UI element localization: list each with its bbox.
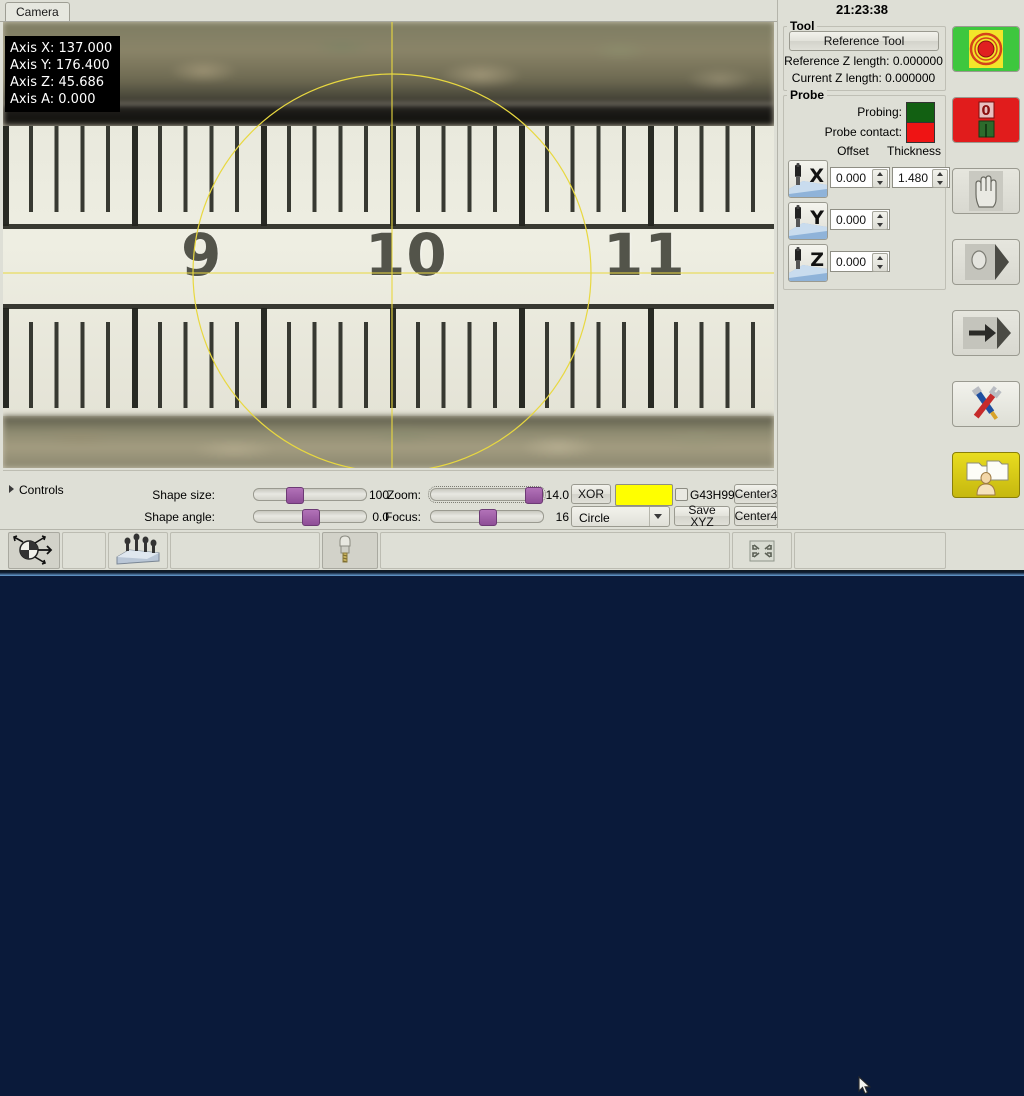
settings-button[interactable] <box>952 381 1020 427</box>
probe-x-offset-stepper[interactable] <box>872 169 888 188</box>
shape-angle-label: Shape angle: <box>144 510 215 524</box>
xor-button[interactable]: XOR <box>571 484 611 504</box>
desktop-background-strip <box>0 570 1024 576</box>
tools-icon <box>971 385 1002 420</box>
g43h99-label: G43H99 <box>690 488 735 502</box>
mouse-cursor <box>858 1076 872 1095</box>
save-xyz-button[interactable]: Save XYZ <box>674 504 730 528</box>
estop-button[interactable] <box>952 26 1020 72</box>
probe-x-axis-letter: X <box>809 165 824 187</box>
svg-text:|: | <box>984 123 989 138</box>
tab-strip: Camera <box>0 0 777 22</box>
probe-x-offset-input[interactable]: 0.000 <box>830 167 890 188</box>
probe-y-offset-value: 0.000 <box>836 213 867 227</box>
probe-y-axis-letter: Y <box>810 207 824 229</box>
shape-angle-slider[interactable] <box>253 509 367 526</box>
taskbar-spacer-1[interactable] <box>62 532 106 569</box>
focus-slider-handle[interactable] <box>479 509 497 526</box>
taskbar-tool-button[interactable] <box>322 532 378 569</box>
probe-x-button[interactable]: X <box>788 160 828 198</box>
hand-icon <box>969 171 1003 211</box>
probe-x-thickness-stepper[interactable] <box>932 169 948 188</box>
thickness-column-header: Thickness <box>886 144 942 158</box>
step-forward-icon <box>965 244 1009 280</box>
axis-position-readout: Axis X: 137.000 Axis Y: 176.400 Axis Z: … <box>5 36 121 112</box>
probe-x-offset-value: 0.000 <box>836 171 867 185</box>
probe-contact-label: Probe contact: <box>824 125 902 139</box>
zoom-value: 14.0 <box>545 488 569 502</box>
offset-column-header: Offset <box>837 144 869 158</box>
shape-angle-slider-handle[interactable] <box>302 509 320 526</box>
probe-y-button[interactable]: Y <box>788 202 828 240</box>
probe-contact-led <box>906 122 935 143</box>
application-window: Camera 9 10 11 Axis X: 137.000 Axis Y: 1… <box>0 0 1024 1095</box>
probing-led <box>906 102 935 123</box>
run-button[interactable] <box>952 310 1020 356</box>
g43h99-checkbox[interactable] <box>675 488 688 501</box>
taskbar-spacer-3[interactable] <box>380 532 730 569</box>
camera-pane: Camera 9 10 11 Axis X: 137.000 Axis Y: 1… <box>0 0 778 528</box>
stop-hold-button[interactable] <box>952 168 1020 214</box>
probe-z-button[interactable]: Z <box>788 244 828 282</box>
axis-jog-icon <box>13 535 53 565</box>
probe-y-offset-input[interactable]: 0.000 <box>830 209 890 230</box>
fullscreen-icon <box>749 540 775 562</box>
svg-text:0: 0 <box>981 104 990 119</box>
user-files-button[interactable] <box>952 452 1020 498</box>
zoom-slider[interactable] <box>428 486 546 504</box>
taskbar-spacer-4[interactable] <box>794 532 946 569</box>
current-z-length-label: Current Z length: 0.000000 <box>791 71 936 85</box>
emergency-stop-icon <box>953 27 1019 71</box>
center4-button[interactable]: Center4 <box>734 506 778 526</box>
camera-controls-bar: Controls Shape size: 100 Shape angle: 0.… <box>3 470 778 528</box>
taskbar-spacer-2[interactable] <box>170 532 320 569</box>
shape-size-slider[interactable] <box>253 487 367 504</box>
shape-select[interactable]: Circle <box>571 506 670 527</box>
center3-button[interactable]: Center3 <box>734 484 778 504</box>
spindle-tool-icon <box>339 535 351 563</box>
taskbar <box>0 529 1024 1095</box>
probe-z-offset-stepper[interactable] <box>872 253 888 272</box>
shape-size-slider-handle[interactable] <box>286 487 304 504</box>
chevron-right-icon <box>9 485 14 493</box>
probe-group-title: Probe <box>787 88 828 102</box>
reference-tool-button[interactable]: Reference Tool <box>789 31 939 51</box>
controls-expander[interactable]: Controls <box>9 483 64 497</box>
probe-x-thickness-input[interactable]: 1.480 <box>892 167 950 188</box>
machine-control-buttons: 0 | <box>948 0 1024 528</box>
zoom-label: Zoom: <box>386 488 421 502</box>
chevron-down-icon[interactable] <box>649 507 665 526</box>
focus-value: 16 <box>555 510 569 524</box>
probe-x-thickness-value: 1.480 <box>898 171 929 185</box>
probe-z-axis-letter: Z <box>810 249 824 271</box>
tab-camera[interactable]: Camera <box>5 2 70 21</box>
probe-y-offset-stepper[interactable] <box>872 211 888 230</box>
clock-display: 21:23:38 <box>835 2 889 17</box>
probe-z-offset-input[interactable]: 0.000 <box>830 251 890 272</box>
zoom-slider-handle[interactable] <box>525 487 543 504</box>
controls-expander-label: Controls <box>19 483 64 497</box>
overlay-color-swatch[interactable] <box>615 484 673 506</box>
step-button[interactable] <box>952 239 1020 285</box>
run-arrow-icon <box>963 317 1011 349</box>
taskbar-tooltable-button[interactable] <box>108 532 168 569</box>
taskbar-jog-button[interactable] <box>8 532 60 569</box>
taskbar-fullscreen-button[interactable] <box>732 532 792 569</box>
shape-size-label: Shape size: <box>152 488 215 502</box>
power-toggle-icon: 0 | <box>953 98 1019 142</box>
probe-z-offset-value: 0.000 <box>836 255 867 269</box>
reference-z-length-label: Reference Z length: 0.000000 <box>784 54 943 68</box>
user-folder-icon <box>966 460 1009 496</box>
shape-select-value: Circle <box>579 511 610 525</box>
camera-viewport[interactable]: 9 10 11 Axis X: 137.000 Axis Y: 176.400 … <box>3 22 774 468</box>
focus-label: Focus: <box>385 510 422 524</box>
focus-slider[interactable] <box>430 509 544 526</box>
machine-power-button[interactable]: 0 | <box>952 97 1020 143</box>
probing-label: Probing: <box>857 105 902 119</box>
tool-table-icon <box>116 533 160 565</box>
